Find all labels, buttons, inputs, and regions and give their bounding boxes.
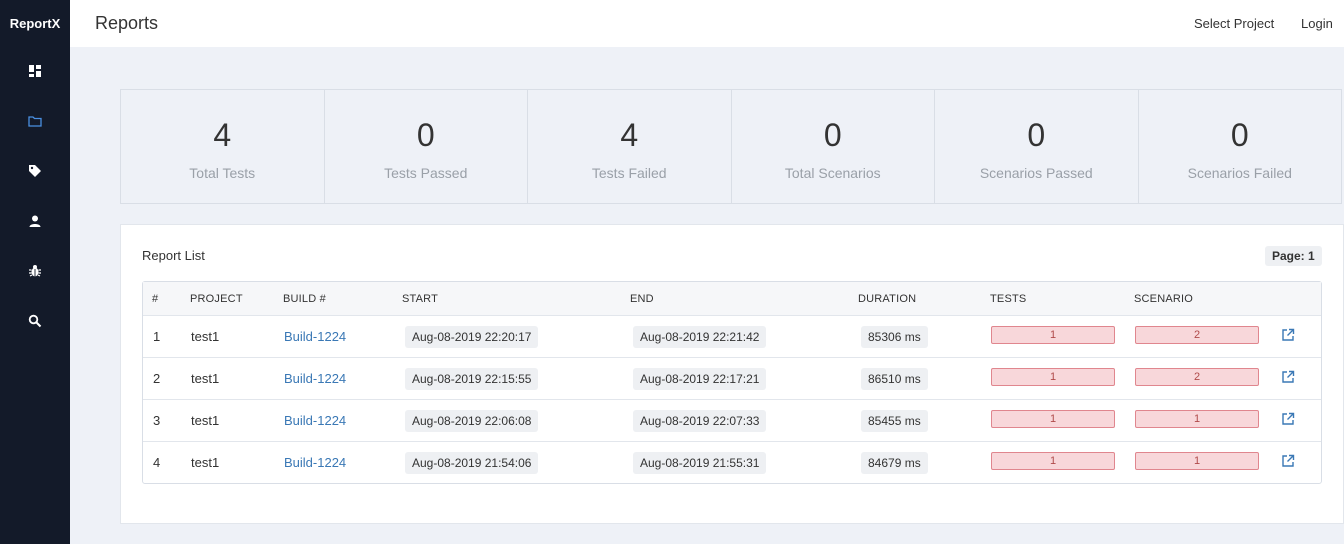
row-project: test1	[191, 455, 220, 470]
tests-failed-bar: 1	[991, 410, 1115, 428]
row-project: test1	[191, 413, 220, 428]
table-row: 2 test1 Build-1224 Aug-08-2019 22:15:55 …	[143, 358, 1321, 400]
end-time: Aug-08-2019 22:21:42	[633, 326, 767, 348]
scenario-failed-bar: 1	[1135, 410, 1259, 428]
column-header-tests: TESTS	[990, 293, 1027, 305]
table-row: 4 test1 Build-1224 Aug-08-2019 21:54:06 …	[143, 442, 1321, 484]
stat-label: Total Tests	[189, 165, 256, 181]
start-time: Aug-08-2019 22:15:55	[405, 368, 539, 390]
row-number: 3	[153, 413, 161, 428]
table-header: # PROJECT BUILD # START END DURATION TES…	[143, 282, 1321, 316]
column-header-project: PROJECT	[190, 293, 243, 305]
duration: 84679 ms	[861, 452, 928, 474]
stat-value: 4	[213, 117, 232, 153]
build-link[interactable]: Build-1224	[284, 413, 346, 428]
end-time: Aug-08-2019 22:07:33	[633, 410, 767, 432]
table-row: 1 test1 Build-1224 Aug-08-2019 22:20:17 …	[143, 316, 1321, 358]
row-project: test1	[191, 329, 220, 344]
row-project: test1	[191, 371, 220, 386]
stat-value: 0	[1230, 117, 1249, 153]
nav-users[interactable]	[0, 196, 70, 246]
row-number: 1	[153, 329, 161, 344]
duration: 85455 ms	[861, 410, 928, 432]
open-report-icon[interactable]	[1281, 454, 1295, 468]
report-table: # PROJECT BUILD # START END DURATION TES…	[142, 281, 1322, 484]
row-number: 4	[153, 455, 161, 470]
sidebar: ReportX	[0, 0, 70, 544]
nav-bugs[interactable]	[0, 246, 70, 296]
nav-tags[interactable]	[0, 146, 70, 196]
tests-failed-bar: 1	[991, 326, 1115, 344]
search-icon	[28, 314, 42, 328]
stat-scenarios-failed: 0 Scenarios Failed	[1139, 90, 1342, 203]
stat-value: 0	[1027, 117, 1046, 153]
stat-label: Total Scenarios	[784, 165, 881, 181]
page-badge: Page: 1	[1265, 246, 1322, 266]
duration: 86510 ms	[861, 368, 928, 390]
brand-logo[interactable]: ReportX	[0, 0, 70, 48]
column-header-scenario: SCENARIO	[1134, 293, 1194, 305]
start-time: Aug-08-2019 21:54:06	[405, 452, 539, 474]
column-header-number: #	[152, 293, 159, 305]
start-time: Aug-08-2019 22:06:08	[405, 410, 539, 432]
duration: 85306 ms	[861, 326, 928, 348]
stat-value: 0	[823, 117, 842, 153]
column-header-duration: DURATION	[858, 293, 917, 305]
open-report-icon[interactable]	[1281, 328, 1295, 342]
scenario-failed-bar: 2	[1135, 368, 1259, 386]
bug-icon	[28, 264, 42, 278]
login-link[interactable]: Login	[1301, 16, 1333, 31]
select-project-link[interactable]: Select Project	[1194, 16, 1274, 31]
nav-reports[interactable]	[0, 96, 70, 146]
row-number: 2	[153, 371, 161, 386]
scenario-failed-bar: 1	[1135, 452, 1259, 470]
column-header-start: START	[402, 293, 439, 305]
stat-total-tests: 4 Total Tests	[121, 90, 325, 203]
stat-label: Tests Failed	[591, 165, 667, 181]
stat-total-scenarios: 0 Total Scenarios	[732, 90, 935, 203]
end-time: Aug-08-2019 22:17:21	[633, 368, 767, 390]
user-icon	[28, 214, 42, 228]
column-header-build: BUILD #	[283, 293, 326, 305]
build-link[interactable]: Build-1224	[284, 371, 346, 386]
stat-label: Scenarios Failed	[1187, 165, 1292, 181]
scenario-failed-bar: 2	[1135, 326, 1259, 344]
stat-label: Tests Passed	[384, 165, 468, 181]
top-bar: Reports Select Project Login	[70, 0, 1344, 47]
tests-failed-bar: 1	[991, 368, 1115, 386]
page-title: Reports	[95, 13, 159, 33]
folder-icon	[28, 114, 42, 128]
stat-tests-passed: 0 Tests Passed	[325, 90, 528, 203]
stat-value: 0	[416, 117, 435, 153]
stat-scenarios-passed: 0 Scenarios Passed	[935, 90, 1139, 203]
end-time: Aug-08-2019 21:55:31	[633, 452, 767, 474]
build-link[interactable]: Build-1224	[284, 455, 346, 470]
tests-failed-bar: 1	[991, 452, 1115, 470]
stat-label: Scenarios Passed	[979, 165, 1093, 181]
stat-tests-failed: 4 Tests Failed	[528, 90, 732, 203]
table-row: 3 test1 Build-1224 Aug-08-2019 22:06:08 …	[143, 400, 1321, 442]
stat-value: 4	[620, 117, 639, 153]
open-report-icon[interactable]	[1281, 412, 1295, 426]
nav-dashboard[interactable]	[0, 46, 70, 96]
report-list-title: Report List	[142, 248, 205, 263]
stats-panel: 4 Total Tests 0 Tests Passed 4 Tests Fai…	[120, 89, 1342, 204]
open-report-icon[interactable]	[1281, 370, 1295, 384]
start-time: Aug-08-2019 22:20:17	[405, 326, 539, 348]
nav-search[interactable]	[0, 296, 70, 346]
dashboard-icon	[28, 64, 42, 78]
column-header-end: END	[630, 293, 654, 305]
tag-icon	[28, 164, 42, 178]
build-link[interactable]: Build-1224	[284, 329, 346, 344]
report-list-card: Report List Page: 1 # PROJECT BUILD # ST…	[120, 224, 1344, 524]
